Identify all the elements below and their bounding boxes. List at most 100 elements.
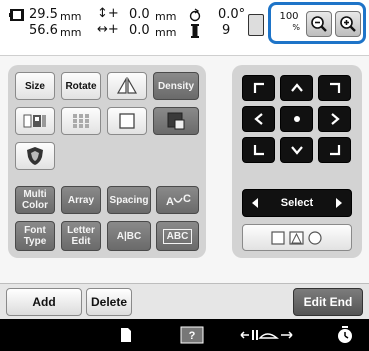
array-button[interactable]: Array (61, 186, 101, 214)
page-icon[interactable] (116, 325, 136, 345)
select-pattern-control: Select (242, 189, 352, 217)
move-center-button[interactable] (280, 106, 313, 132)
zoom-percent-symbol: % (292, 23, 300, 32)
applique-icon (167, 112, 185, 130)
zoom-controls: 100 % (268, 2, 366, 44)
clock-icon[interactable] (334, 325, 356, 345)
character-spacing-button[interactable]: A|BC (107, 221, 151, 251)
vertical-offset-unit: mm (155, 10, 177, 23)
font-type-label-line1: Font (24, 225, 46, 236)
arrow-down-left-icon (253, 145, 264, 156)
move-left-button[interactable] (242, 106, 275, 132)
size-button[interactable]: Size (15, 72, 55, 100)
frame-icon (119, 113, 135, 129)
arrow-down-icon (290, 146, 303, 155)
density-button[interactable]: Density (153, 72, 199, 100)
svg-text:C: C (183, 193, 191, 205)
pattern-height-value: 56.6 (29, 23, 58, 38)
pattern-width-unit: mm (60, 10, 82, 23)
shield-icon (27, 147, 43, 165)
rotation-angle-value: 0.0° (218, 7, 246, 22)
delete-button[interactable]: Delete (86, 288, 132, 316)
multi-color-label: Multi Color (22, 189, 48, 211)
select-shape-button[interactable] (242, 224, 352, 251)
move-up-button[interactable] (280, 75, 313, 101)
zoom-out-button[interactable] (306, 11, 332, 37)
arrow-up-right-icon (329, 82, 340, 93)
arrow-up-left-icon (253, 82, 264, 93)
embroidery-frame-move-icon (240, 330, 293, 340)
select-label: Select (280, 196, 314, 209)
move-down-button[interactable] (280, 137, 313, 163)
size-label: Size (24, 80, 45, 92)
move-right-button[interactable] (318, 106, 351, 132)
border-button[interactable] (15, 107, 55, 135)
zoom-percent-value: 100 (279, 11, 299, 22)
horizontal-offset-value: 0.0 (129, 23, 150, 38)
edit-end-label: Edit End (303, 295, 353, 309)
embroidery-edit-screen: 29.5 mm 56.6 mm ↕+ ↔+ 0.0 mm 0.0 mm 0.0°… (0, 0, 369, 351)
delete-label: Delete (90, 295, 128, 309)
center-dot-icon (293, 116, 300, 122)
horizontal-offset-icon: ↔+ (97, 22, 119, 37)
multi-color-label-line2: Color (21, 200, 49, 211)
edit-main-area: Size Rotate Density Multi Color Array Sp… (0, 55, 369, 284)
status-bar: 29.5 mm 56.6 mm ↕+ ↔+ 0.0 mm 0.0 mm 0.0°… (0, 0, 369, 55)
arc-text-button[interactable]: A C (156, 186, 199, 214)
font-type-label: Font Type (24, 225, 47, 247)
edit-end-button[interactable]: Edit End (293, 288, 363, 316)
multi-color-label-line1: Multi (23, 189, 47, 200)
arrow-right-icon (330, 113, 340, 125)
arrow-left-icon (253, 113, 263, 125)
text-array-button[interactable]: ABC (156, 221, 199, 251)
help-icon[interactable]: ? (178, 325, 206, 345)
rotate-button[interactable]: Rotate (61, 72, 101, 100)
pattern-preview-icon[interactable] (248, 14, 264, 36)
letter-edit-button[interactable]: Letter Edit (61, 221, 101, 251)
edit-functions-panel: Size Rotate Density Multi Color Array Sp… (8, 65, 206, 258)
rotate-label: Rotate (65, 80, 97, 92)
letter-edit-label-line1: Letter (67, 225, 95, 236)
font-type-button[interactable]: Font Type (15, 221, 55, 251)
arrow-up-icon (290, 83, 303, 92)
svg-text:?: ? (189, 330, 196, 342)
magnifier-plus-icon (340, 16, 356, 32)
move-down-right-button[interactable] (318, 137, 351, 163)
add-button[interactable]: Add (6, 288, 82, 316)
horizontal-offset-unit: mm (155, 26, 177, 39)
zoom-percent-indicator: 100 % (277, 11, 301, 37)
multi-color-button[interactable]: Multi Color (15, 186, 55, 214)
letter-edit-label: Letter Edit (67, 225, 95, 247)
character-spacing-label: A|BC (116, 230, 142, 242)
text-array-label: ABC (162, 228, 193, 244)
frame-button[interactable] (107, 107, 147, 135)
magnifier-minus-icon (311, 16, 327, 32)
grid-icon (73, 114, 89, 128)
density-label: Density (157, 80, 195, 92)
array-label: Array (67, 194, 95, 206)
shield-button[interactable] (15, 142, 55, 170)
arrow-down-right-icon (329, 145, 340, 156)
arc-text-icon: A C (166, 193, 191, 208)
add-label: Add (32, 295, 56, 309)
document-icon (121, 328, 131, 342)
grid-button[interactable] (61, 107, 101, 135)
applique-button[interactable] (153, 107, 199, 135)
spacing-button[interactable]: Spacing (107, 186, 151, 214)
move-up-left-button[interactable] (242, 75, 275, 101)
mirror-button[interactable] (107, 72, 147, 100)
select-previous-icon[interactable] (249, 197, 261, 209)
select-next-icon[interactable] (333, 197, 345, 209)
bottom-taskbar: ? (0, 319, 369, 351)
move-up-right-button[interactable] (318, 75, 351, 101)
pattern-width-value: 29.5 (29, 7, 58, 22)
move-down-left-button[interactable] (242, 137, 275, 163)
spacing-label: Spacing (109, 194, 149, 206)
zoom-in-button[interactable] (335, 11, 361, 37)
bottom-action-bar: Add Delete Edit End (0, 283, 369, 320)
move-panel: Select (232, 65, 362, 258)
vertical-offset-icon: ↕+ (97, 6, 119, 21)
presser-foot-icon[interactable] (238, 325, 296, 345)
hoop-size-icon (9, 9, 24, 21)
svg-text:A: A (166, 196, 174, 208)
